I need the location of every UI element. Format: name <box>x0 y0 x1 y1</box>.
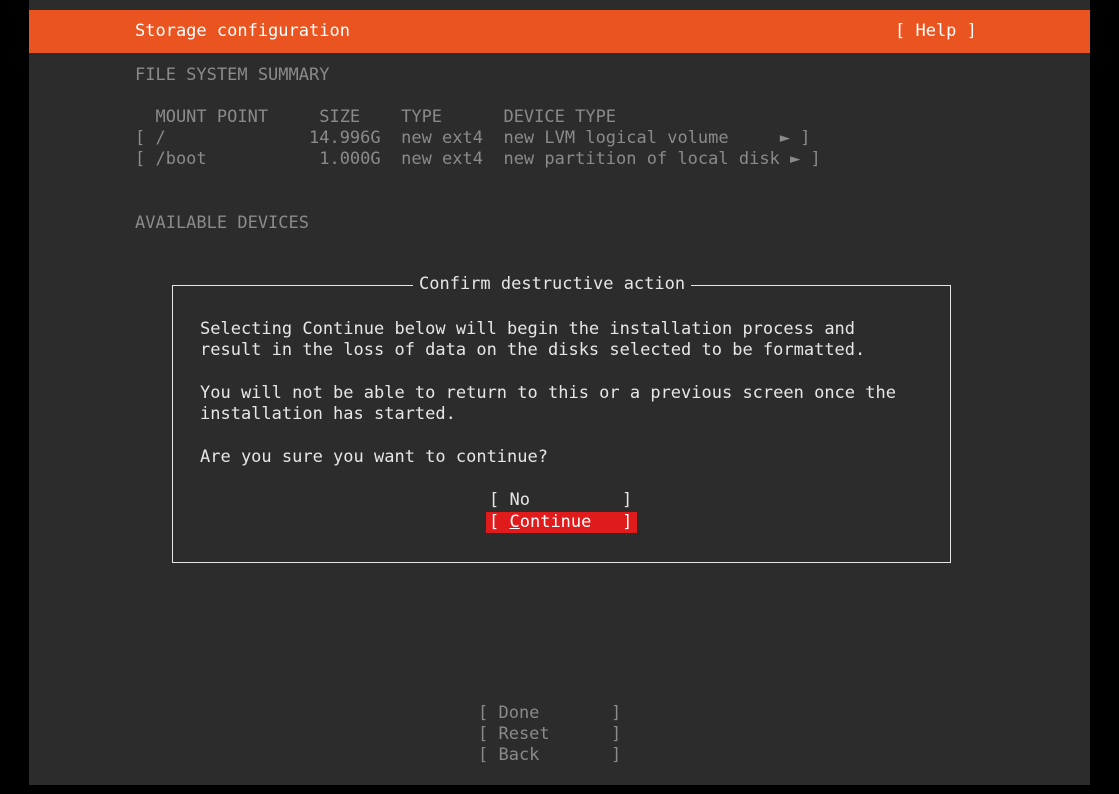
page-title: Storage configuration <box>135 21 350 41</box>
continue-label-rest: ontinue ] <box>519 512 633 532</box>
dialog-message-line: installation has started. <box>200 404 456 424</box>
continue-label-prefix: [ <box>489 512 510 532</box>
reset-button[interactable]: [ Reset ] <box>478 724 621 745</box>
continue-button[interactable]: [ Continue ] <box>486 512 637 533</box>
back-button[interactable]: [ Back ] <box>478 745 621 766</box>
confirm-dialog: Confirm destructive action Selecting Con… <box>172 274 951 563</box>
filesystem-column-headers: MOUNT POINT SIZE TYPE DEVICE TYPE <box>135 107 617 127</box>
available-devices-heading: AVAILABLE DEVICES <box>135 213 309 233</box>
continue-hotkey: C <box>509 512 520 532</box>
filesystem-row-boot[interactable]: [ /boot 1.000G new ext4 new partition of… <box>135 149 821 170</box>
help-button[interactable]: [ Help ] <box>895 21 977 42</box>
dialog-message-line: result in the loss of data on the disks … <box>200 340 866 360</box>
done-button[interactable]: [ Done ] <box>478 703 621 724</box>
no-button[interactable]: [ No ] <box>489 490 635 511</box>
filesystem-row-root[interactable]: [ / 14.996G new ext4 new LVM logical vol… <box>135 128 811 149</box>
filesystem-summary-heading: FILE SYSTEM SUMMARY <box>135 65 330 85</box>
dialog-message-line: Selecting Continue below will begin the … <box>200 319 856 339</box>
installer-screen: Storage configuration [ Help ] FILE SYST… <box>29 0 1090 785</box>
header-bar: Storage configuration [ Help ] <box>29 10 1090 53</box>
dialog-message-line: You will not be able to return to this o… <box>200 383 896 403</box>
dialog-question: Are you sure you want to continue? <box>200 447 548 467</box>
dialog-title: Confirm destructive action <box>413 274 692 295</box>
